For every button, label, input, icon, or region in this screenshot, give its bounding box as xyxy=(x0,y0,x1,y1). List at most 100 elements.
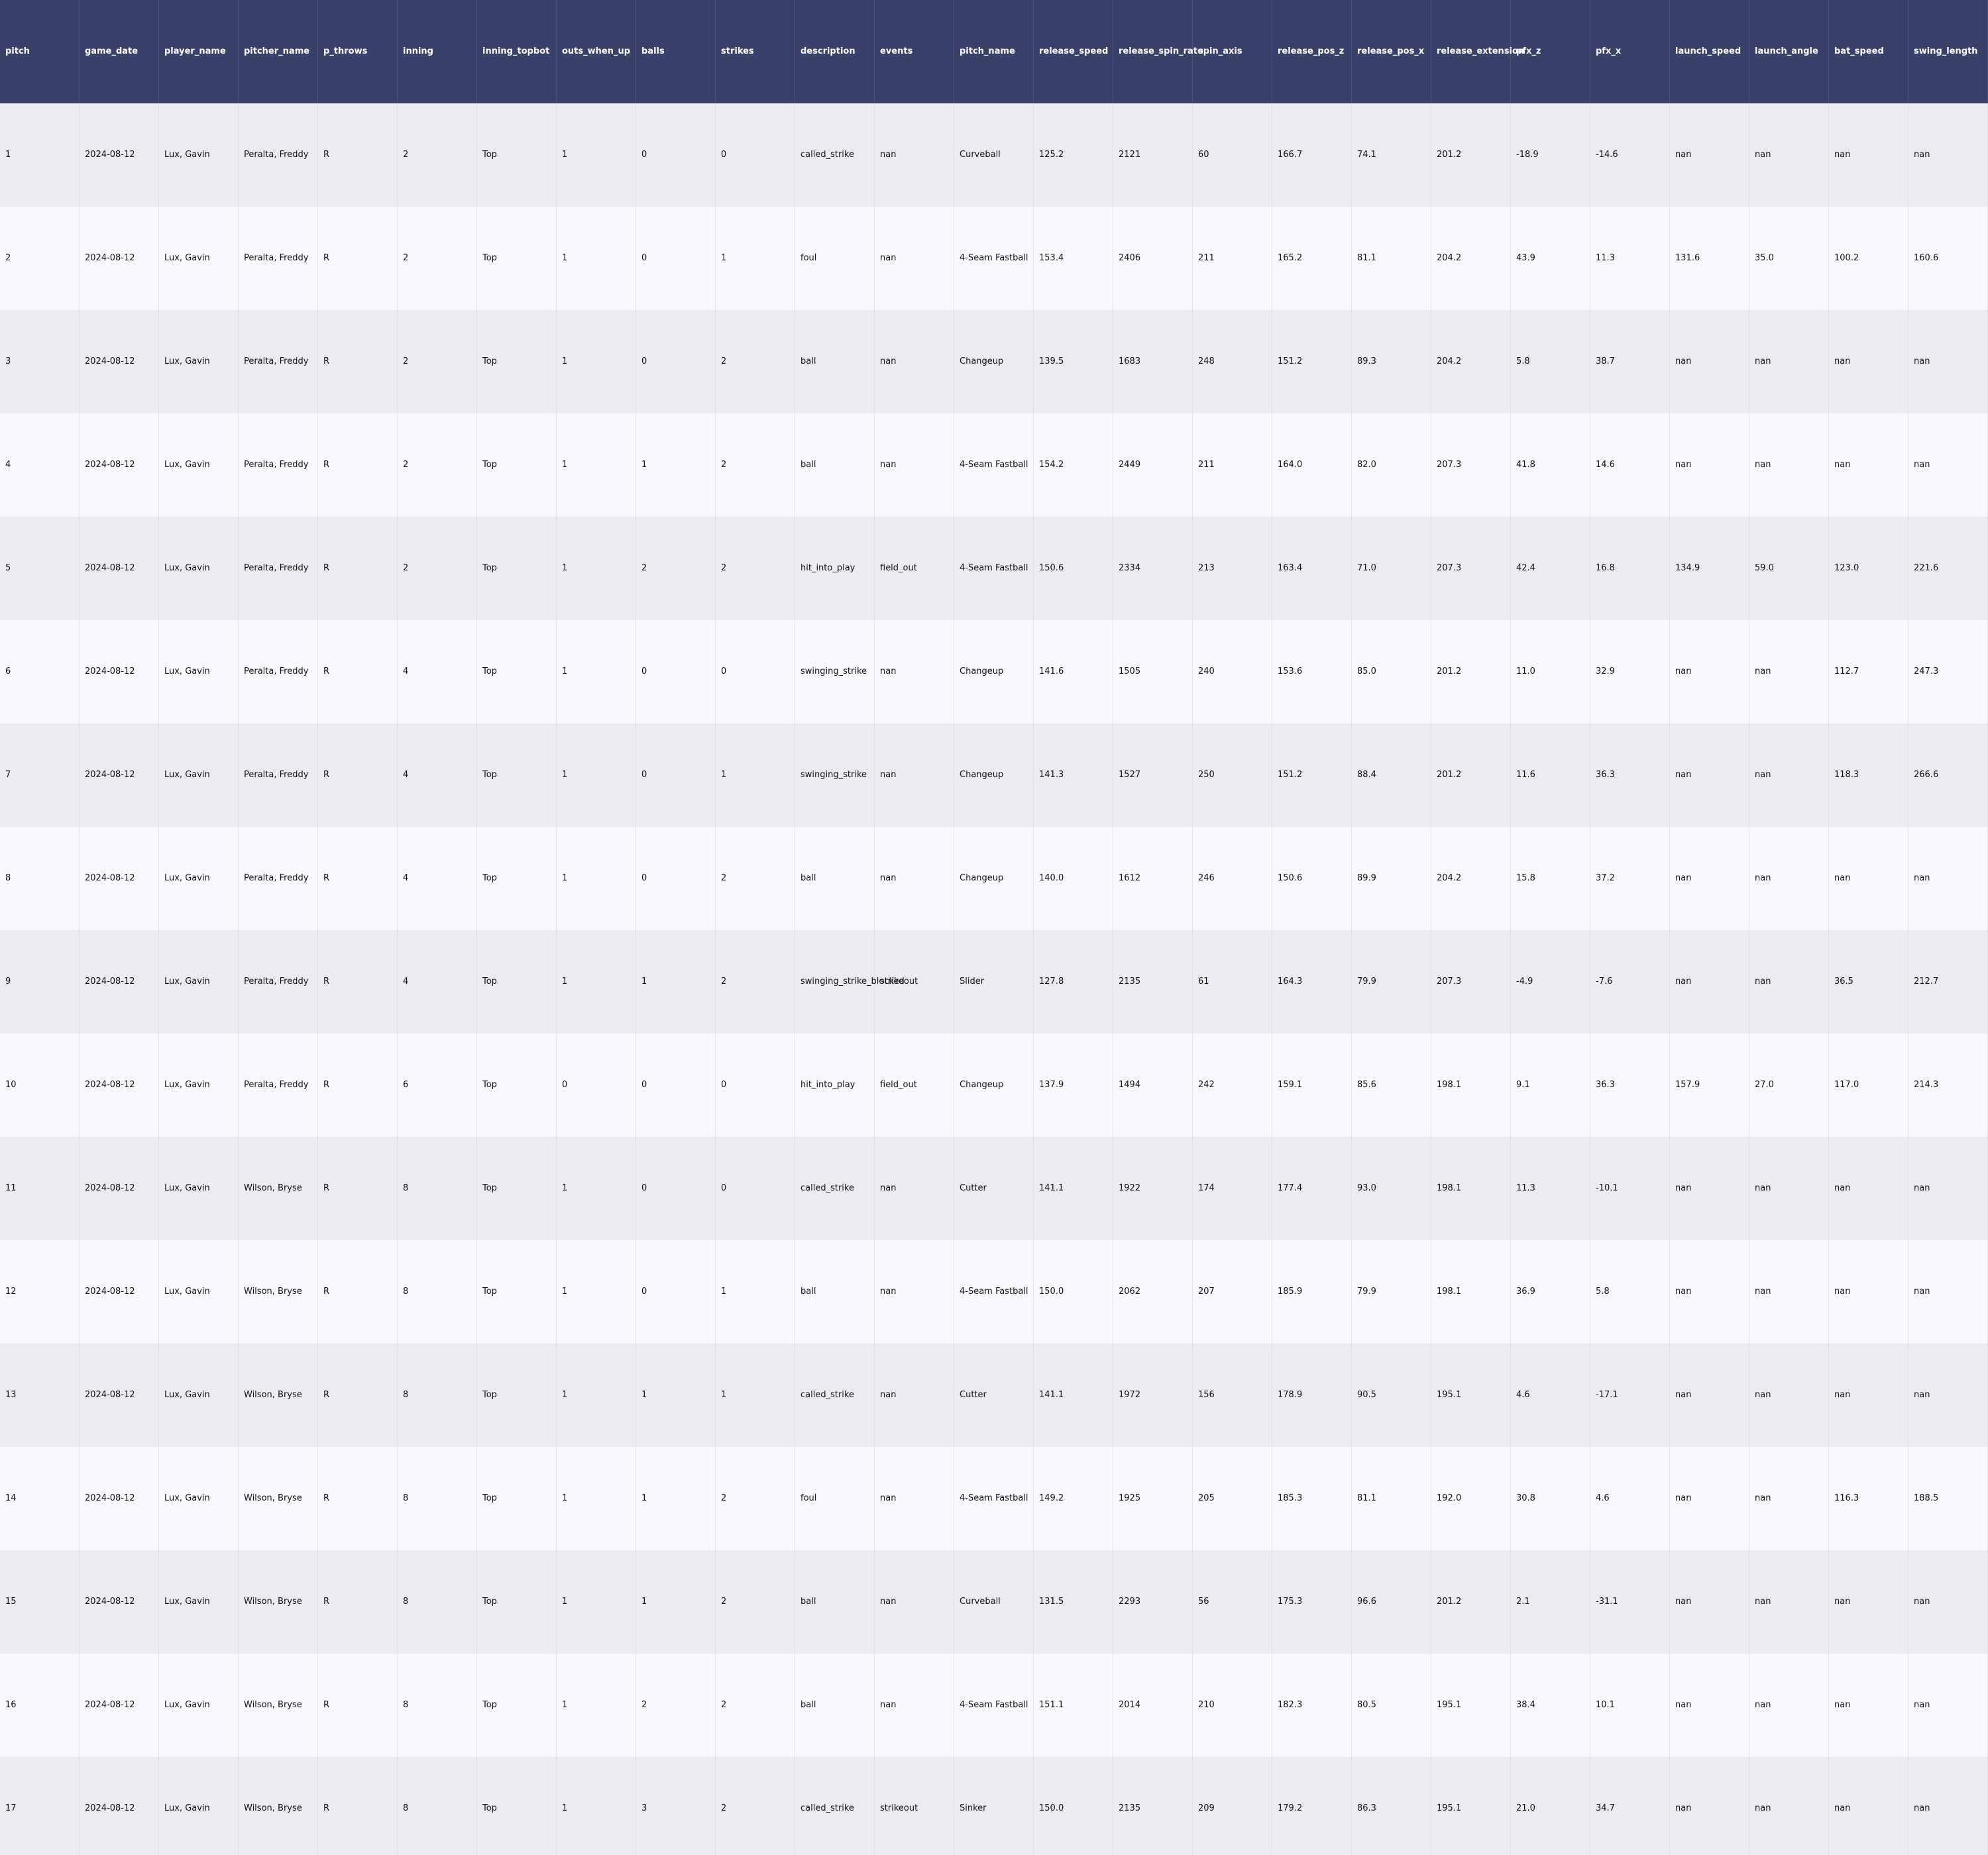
table-cell: 5.8 xyxy=(1590,1240,1670,1344)
table-cell: nan xyxy=(1829,1550,1908,1654)
column-header-balls: balls xyxy=(636,0,716,103)
table-cell: 0 xyxy=(716,1137,795,1240)
table-cell: nan xyxy=(875,620,954,723)
table-cell: 34.7 xyxy=(1590,1757,1670,1855)
table-cell: R xyxy=(318,1757,398,1855)
table-cell: 2 xyxy=(398,207,477,310)
table-cell: 8 xyxy=(398,1344,477,1447)
table-cell: -4.9 xyxy=(1511,930,1590,1034)
table-cell: 1 xyxy=(557,723,636,827)
table-cell: 6 xyxy=(0,620,80,723)
table-cell: 1922 xyxy=(1113,1137,1193,1240)
table-cell: nan xyxy=(875,1447,954,1550)
table-cell: 2 xyxy=(716,1757,795,1855)
table-cell: 2406 xyxy=(1113,207,1193,310)
table-cell: 0 xyxy=(636,1240,716,1344)
table-cell: 4-Seam Fastball xyxy=(954,517,1034,620)
table-cell: Top xyxy=(477,1137,557,1240)
table-cell: 153.4 xyxy=(1034,207,1113,310)
table-cell: 151.2 xyxy=(1272,310,1352,413)
table-cell: 0 xyxy=(557,1034,636,1137)
table-cell: 4 xyxy=(398,620,477,723)
table-cell: 14.6 xyxy=(1590,413,1670,517)
table-cell: 2 xyxy=(716,1654,795,1757)
table-cell: 4 xyxy=(398,930,477,1034)
table-cell: 21.0 xyxy=(1511,1757,1590,1855)
table-cell: Top xyxy=(477,517,557,620)
table-cell: nan xyxy=(1829,1344,1908,1447)
column-header-launch-speed: launch_speed xyxy=(1670,0,1749,103)
table-cell: R xyxy=(318,310,398,413)
table-cell: 2024-08-12 xyxy=(80,1550,159,1654)
table-cell: Peralta, Freddy xyxy=(239,103,318,207)
table-cell: 0 xyxy=(716,620,795,723)
table-cell: swinging_strike xyxy=(795,723,875,827)
table-cell: ball xyxy=(795,827,875,930)
table-cell: 2024-08-12 xyxy=(80,1447,159,1550)
table-cell: 123.0 xyxy=(1829,517,1908,620)
table-cell: R xyxy=(318,1240,398,1344)
column-header-description: description xyxy=(795,0,875,103)
table-cell: ball xyxy=(795,1240,875,1344)
table-cell: nan xyxy=(1670,1654,1749,1757)
table-row: 17 2024-08-12 Lux, Gavin Wilson, Bryse R 8 Top… xyxy=(0,1757,1988,1855)
table-cell: R xyxy=(318,413,398,517)
table-cell: 16 xyxy=(0,1654,80,1757)
table-cell: nan xyxy=(875,413,954,517)
table-row: 8 2024-08-12 Lux, Gavin Peralta, Freddy R 4 To… xyxy=(0,827,1988,930)
table-cell: 56 xyxy=(1193,1550,1272,1654)
table-cell: nan xyxy=(1670,413,1749,517)
table-cell: 1683 xyxy=(1113,310,1193,413)
table-cell: Changeup xyxy=(954,723,1034,827)
table-cell: 195.1 xyxy=(1431,1757,1511,1855)
table-cell: 1 xyxy=(557,1240,636,1344)
table-cell: 2014 xyxy=(1113,1654,1193,1757)
table-cell: 163.4 xyxy=(1272,517,1352,620)
table-cell: 1 xyxy=(716,207,795,310)
table-cell: 2024-08-12 xyxy=(80,207,159,310)
table-cell: 1 xyxy=(557,207,636,310)
table-cell: -14.6 xyxy=(1590,103,1670,207)
table-cell: Lux, Gavin xyxy=(159,1550,239,1654)
table-cell: Wilson, Bryse xyxy=(239,1240,318,1344)
table-cell: Wilson, Bryse xyxy=(239,1137,318,1240)
table-cell: 42.4 xyxy=(1511,517,1590,620)
table-cell: Sinker xyxy=(954,1757,1034,1855)
table-cell: 159.1 xyxy=(1272,1034,1352,1137)
table-cell: 3 xyxy=(636,1757,716,1855)
table-cell: 89.3 xyxy=(1352,310,1431,413)
table-cell: 182.3 xyxy=(1272,1654,1352,1757)
table-cell: 150.0 xyxy=(1034,1240,1113,1344)
table-cell: 11 xyxy=(0,1137,80,1240)
table-cell: 1 xyxy=(557,620,636,723)
table-cell: nan xyxy=(1670,1137,1749,1240)
table-cell: Top xyxy=(477,207,557,310)
table-cell: 166.7 xyxy=(1272,103,1352,207)
table-cell: 151.1 xyxy=(1034,1654,1113,1757)
table-cell: 11.6 xyxy=(1511,723,1590,827)
table-cell: Lux, Gavin xyxy=(159,207,239,310)
table-cell: 214.3 xyxy=(1908,1034,1988,1137)
table-cell: Top xyxy=(477,1447,557,1550)
table-cell: 1 xyxy=(557,1344,636,1447)
table-cell: 89.9 xyxy=(1352,827,1431,930)
table-row: 4 2024-08-12 Lux, Gavin Peralta, Freddy R 2 To… xyxy=(0,413,1988,517)
table-cell: foul xyxy=(795,1447,875,1550)
table-cell: 198.1 xyxy=(1431,1240,1511,1344)
table-cell: 198.1 xyxy=(1431,1137,1511,1240)
table-cell: 134.9 xyxy=(1670,517,1749,620)
table-cell: nan xyxy=(1829,413,1908,517)
table-cell: 2 xyxy=(0,207,80,310)
table-cell: 201.2 xyxy=(1431,620,1511,723)
table-cell: Changeup xyxy=(954,310,1034,413)
table-cell: R xyxy=(318,207,398,310)
table-cell: 247.3 xyxy=(1908,620,1988,723)
table-cell: 1 xyxy=(636,1447,716,1550)
table-cell: Top xyxy=(477,1240,557,1344)
table-cell: 150.6 xyxy=(1034,517,1113,620)
table-cell: nan xyxy=(1908,1240,1988,1344)
table-cell: 201.2 xyxy=(1431,723,1511,827)
table-cell: Lux, Gavin xyxy=(159,1654,239,1757)
table-cell: Lux, Gavin xyxy=(159,1757,239,1855)
table-cell: Changeup xyxy=(954,1034,1034,1137)
